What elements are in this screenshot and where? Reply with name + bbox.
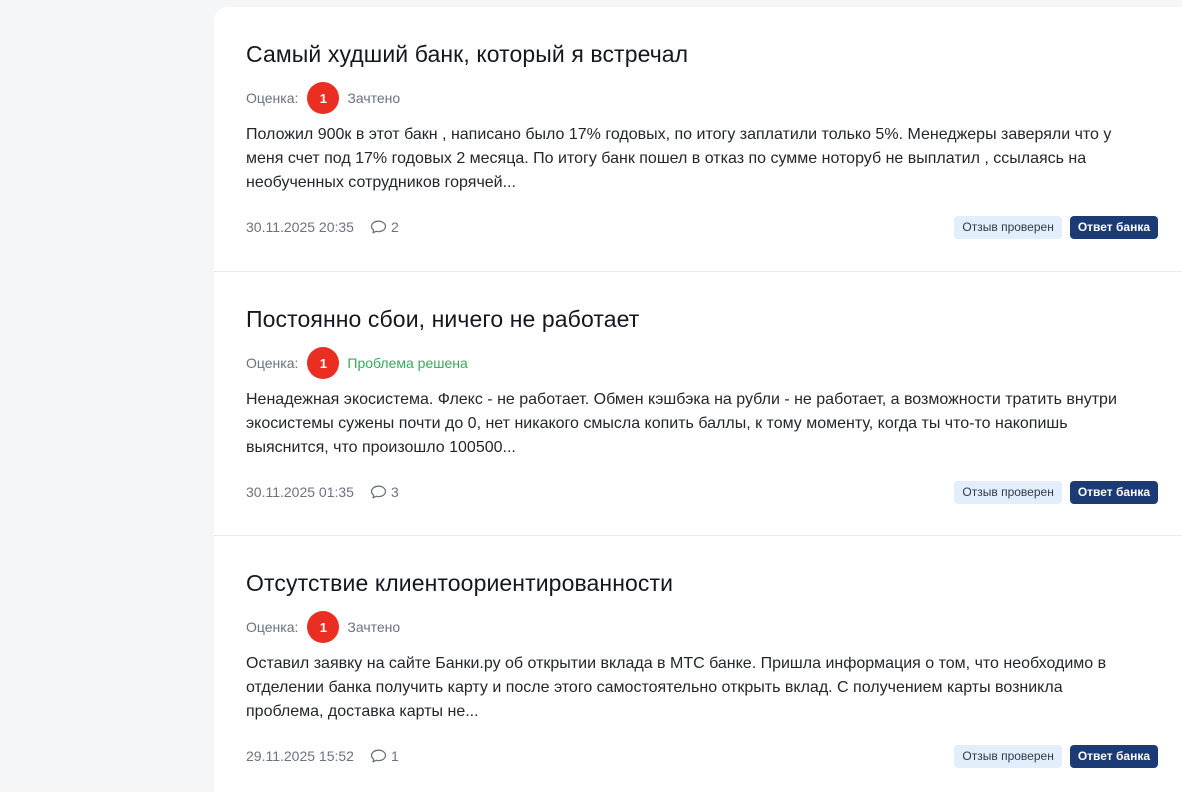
reviews-list: Самый худший банк, который я встречал Оц… — [214, 7, 1182, 792]
review-text[interactable]: Оставил заявку на сайте Банки.ру об откр… — [246, 652, 1126, 724]
review-date: 30.11.2025 20:35 — [246, 219, 354, 235]
review-meta: 29.11.2025 15:52 1 Отзыв проверен Ответ … — [246, 744, 1158, 768]
review-title[interactable]: Самый худший банк, который я встречал — [246, 38, 1158, 70]
verified-tag: Отзыв проверен — [954, 480, 1062, 504]
bank-answer-tag[interactable]: Ответ банка — [1069, 215, 1158, 239]
comments-count[interactable]: 3 — [370, 484, 399, 500]
review-card: Постоянно сбои, ничего не работает Оценк… — [214, 272, 1182, 536]
review-text[interactable]: Положил 900к в этот бакн , написано было… — [246, 123, 1126, 195]
rating-badge: 1 — [307, 82, 340, 114]
rating-badge: 1 — [307, 611, 340, 643]
rating-row: Оценка: 1 Зачтено — [246, 82, 1158, 114]
review-tags: Отзыв проверен Ответ банка — [954, 480, 1158, 504]
rating-status: Зачтено — [347, 90, 401, 106]
rating-row: Оценка: 1 Зачтено — [246, 611, 1158, 643]
rating-badge: 1 — [307, 347, 340, 379]
comments-count[interactable]: 2 — [370, 219, 399, 235]
review-date: 29.11.2025 15:52 — [246, 748, 354, 764]
rating-row: Оценка: 1 Проблема решена — [246, 347, 1158, 379]
bank-answer-tag[interactable]: Ответ банка — [1069, 480, 1158, 504]
comments-number: 1 — [390, 748, 399, 764]
rating-status: Проблема решена — [347, 355, 468, 371]
speech-bubble-icon — [370, 220, 387, 234]
rating-label: Оценка: — [246, 90, 299, 106]
speech-bubble-icon — [370, 749, 387, 763]
speech-bubble-icon — [370, 485, 387, 499]
review-card: Самый худший банк, который я встречал Оц… — [214, 7, 1182, 272]
verified-tag: Отзыв проверен — [954, 215, 1062, 239]
comments-number: 3 — [390, 484, 399, 500]
rating-label: Оценка: — [246, 619, 299, 635]
comments-count[interactable]: 1 — [370, 748, 399, 764]
comments-number: 2 — [390, 219, 399, 235]
review-text[interactable]: Ненадежная экосистема. Флекс - не работа… — [246, 388, 1126, 460]
review-title[interactable]: Постоянно сбои, ничего не работает — [246, 303, 1158, 335]
review-meta: 30.11.2025 01:35 3 Отзыв проверен Ответ … — [246, 480, 1158, 504]
bank-answer-tag[interactable]: Ответ банка — [1069, 744, 1158, 768]
review-title[interactable]: Отсутствие клиентоориентированности — [246, 567, 1158, 599]
review-date: 30.11.2025 01:35 — [246, 484, 354, 500]
review-meta: 30.11.2025 20:35 2 Отзыв проверен Ответ … — [246, 215, 1158, 239]
page: Самый худший банк, который я встречал Оц… — [0, 0, 1182, 792]
rating-status: Зачтено — [347, 619, 401, 635]
review-tags: Отзыв проверен Ответ банка — [954, 744, 1158, 768]
review-card: Отсутствие клиентоориентированности Оцен… — [214, 536, 1182, 792]
review-tags: Отзыв проверен Ответ банка — [954, 215, 1158, 239]
rating-label: Оценка: — [246, 355, 299, 371]
verified-tag: Отзыв проверен — [954, 744, 1062, 768]
